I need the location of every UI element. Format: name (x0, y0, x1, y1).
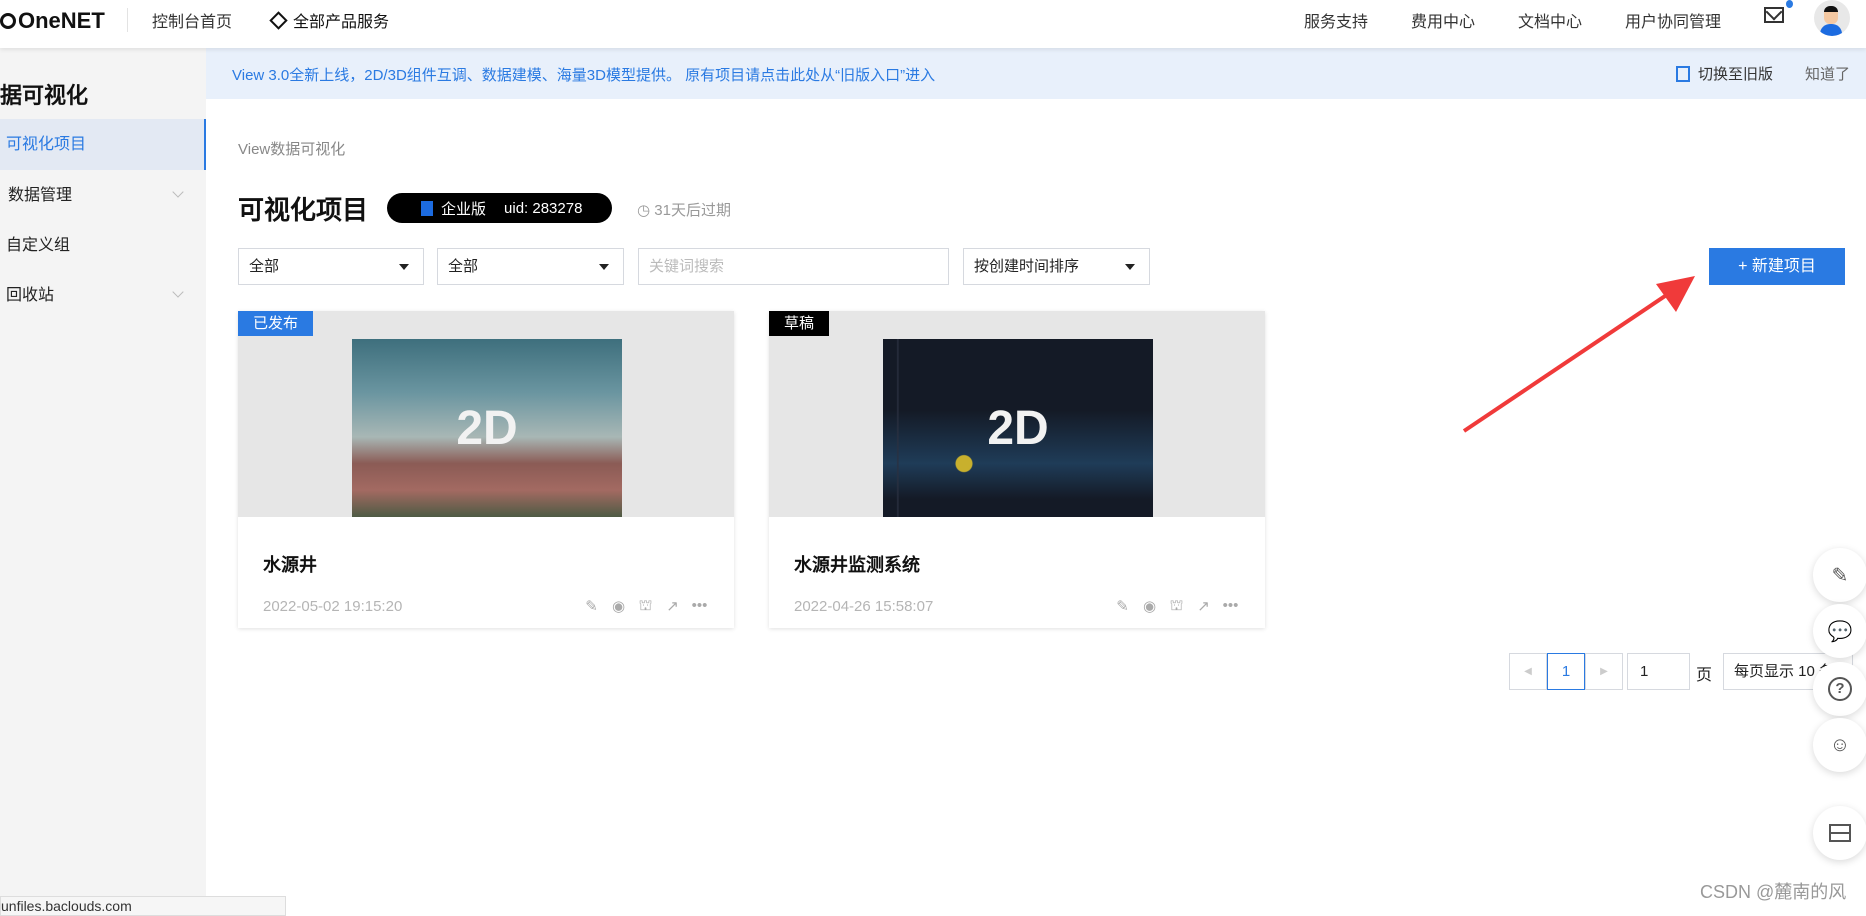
sidebar-item-recycle-bin[interactable]: 回收站 (0, 270, 206, 321)
card-actions: ✎ ◉ ⛫ ↗ ••• (1114, 597, 1239, 616)
edition-icon (421, 200, 433, 216)
breadcrumb[interactable]: View数据可视化 (238, 138, 345, 159)
notification-dot (1786, 0, 1793, 8)
type-filter-value: 全部 (249, 258, 280, 275)
red-arrow-annotation (1462, 276, 1695, 433)
project-title[interactable]: 水源井监测系统 (794, 551, 920, 577)
sidebar-item-data-management[interactable]: 数据管理 (0, 170, 206, 221)
type-filter-select[interactable]: 全部 (238, 248, 424, 285)
project-date: 2022-05-02 19:15:20 (263, 598, 403, 615)
sidebar-item-label: 回收站 (6, 287, 55, 304)
switch-old-version-button[interactable]: 切换至旧版 (1676, 63, 1773, 84)
feedback-edit-fab[interactable]: ✎ (1813, 548, 1866, 602)
help-question-icon: ? (1828, 677, 1852, 701)
publish-icon[interactable]: ⛫ (637, 597, 654, 616)
sidebar-item-label: 数据管理 (8, 187, 73, 204)
announcement-banner: View 3.0全新上线，2D/3D组件互调、数据建模、海量3D模型提供。 原有… (206, 48, 1866, 99)
logo-text: OneNET (18, 8, 105, 33)
logo-ring-icon (0, 13, 16, 29)
more-icon[interactable]: ••• (1222, 597, 1239, 616)
more-icon[interactable]: ••• (691, 597, 708, 616)
sidebar-title: 据可视化 (0, 83, 89, 108)
switch-label: 切换至旧版 (1698, 66, 1774, 83)
diamond-icon (269, 10, 288, 30)
edition-label: 企业版 (441, 200, 487, 218)
page-title: 可视化项目 (238, 195, 369, 225)
nav-all-products-label: 全部产品服务 (293, 14, 390, 31)
expiry-label: 31天后过期 (654, 202, 731, 219)
page-label: 页 (1696, 667, 1713, 684)
page-jump-input[interactable]: 1 (1627, 653, 1690, 690)
service-bot-fab[interactable]: ☺ (1813, 718, 1866, 772)
uid-label: uid: 283278 (504, 199, 583, 217)
avatar[interactable] (1814, 0, 1850, 36)
chat-bubble-icon: 💬 (1827, 620, 1853, 643)
status-badge: 草稿 (769, 311, 830, 336)
smile-icon: ☺ (1829, 733, 1851, 756)
page-1-button[interactable]: 1 (1547, 653, 1585, 690)
project-thumbnail: 2D (352, 339, 622, 517)
edit-note-icon: ✎ (1831, 564, 1849, 587)
browser-status-url: unfiles.baclouds.com (0, 896, 286, 916)
banner-text[interactable]: View 3.0全新上线，2D/3D组件互调、数据建模、海量3D模型提供。 原有… (232, 64, 935, 85)
nav-docs[interactable]: 文档中心 (1518, 8, 1582, 32)
edit-icon[interactable]: ✎ (1114, 597, 1131, 616)
card-thumbnail-area[interactable]: 2D 已发布 (238, 311, 734, 517)
external-link-icon (1676, 65, 1690, 82)
card-thumbnail-area[interactable]: 2D 草稿 (769, 311, 1265, 517)
minimize-icon (1829, 824, 1851, 842)
next-page-button[interactable]: ▶ (1585, 653, 1623, 690)
sort-value: 按创建时间排序 (974, 258, 1080, 275)
top-header: OneNET 控制台首页 全部产品服务 服务支持 费用中心 文档中心 用户协同管… (0, 0, 1866, 48)
project-card[interactable]: 2D 已发布 水源井 2022-05-02 19:15:20 ✎ ◉ ⛫ ↗ ••• (238, 311, 734, 628)
expiry-text: ◷ 31天后过期 (637, 199, 731, 220)
share-icon[interactable]: ↗ (1195, 597, 1212, 616)
new-project-button[interactable]: + 新建项目 (1709, 248, 1845, 285)
preview-eye-icon[interactable]: ◉ (610, 597, 627, 616)
edit-icon[interactable]: ✎ (583, 597, 600, 616)
chat-fab[interactable]: 💬 (1813, 604, 1866, 658)
nav-user-collab[interactable]: 用户协同管理 (1625, 8, 1721, 32)
project-title[interactable]: 水源井 (263, 551, 317, 577)
chevron-down-icon (172, 286, 184, 298)
status-badge: 已发布 (238, 311, 314, 336)
preview-eye-icon[interactable]: ◉ (1141, 597, 1158, 616)
collapse-fab[interactable] (1813, 806, 1866, 860)
clock-icon: ◷ (637, 202, 655, 219)
nav-console-home[interactable]: 控制台首页 (152, 8, 232, 32)
sort-select[interactable]: 按创建时间排序 (963, 248, 1150, 285)
caret-down-icon (399, 264, 409, 270)
mail-icon[interactable] (1764, 7, 1784, 23)
sidebar-item-custom-groups[interactable]: 自定义组 (0, 220, 206, 271)
caret-down-icon (599, 264, 609, 270)
project-date: 2022-04-26 15:58:07 (794, 598, 934, 615)
divider (127, 8, 128, 32)
nav-all-products[interactable]: 全部产品服务 (269, 8, 390, 32)
project-card[interactable]: 2D 草稿 水源井监测系统 2022-04-26 15:58:07 ✎ ◉ ⛫ ↗ ••… (769, 311, 1265, 628)
share-icon[interactable]: ↗ (664, 597, 681, 616)
watermark: CSDN @麓南的风 (1700, 882, 1847, 902)
nav-billing[interactable]: 费用中心 (1411, 8, 1475, 32)
keyword-search-input[interactable]: 关键词搜索 (638, 248, 949, 285)
nav-service-support[interactable]: 服务支持 (1304, 8, 1368, 32)
sidebar-item-projects[interactable]: 可视化项目 (0, 119, 206, 170)
onenet-logo[interactable]: OneNET (0, 8, 105, 34)
help-fab[interactable]: ? (1813, 662, 1866, 716)
status-filter-value: 全部 (448, 258, 479, 275)
dismiss-banner-button[interactable]: 知道了 (1805, 63, 1850, 84)
prev-page-button[interactable]: ◀ (1509, 653, 1547, 690)
project-thumbnail: 2D (883, 339, 1153, 517)
status-filter-select[interactable]: 全部 (437, 248, 624, 285)
chevron-down-icon (172, 186, 184, 198)
edition-badge: 企业版 uid: 283278 (387, 193, 612, 223)
publish-icon[interactable]: ⛫ (1168, 597, 1185, 616)
caret-down-icon (1125, 264, 1135, 270)
card-actions: ✎ ◉ ⛫ ↗ ••• (583, 597, 708, 616)
